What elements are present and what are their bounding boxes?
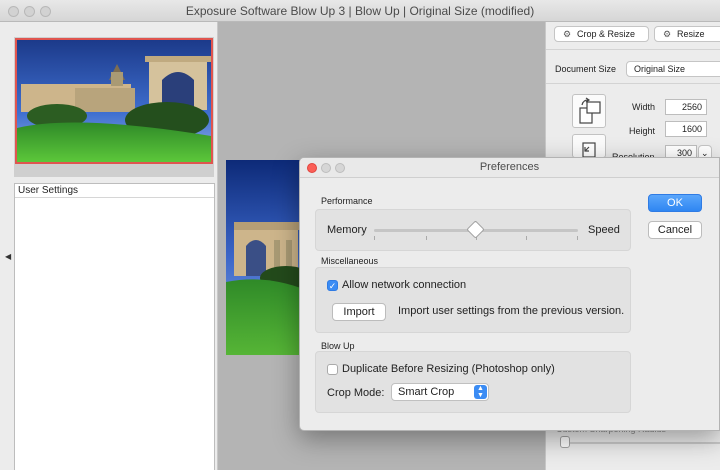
blow-up-section-label: Blow Up (321, 341, 355, 351)
preview-image[interactable] (226, 160, 306, 355)
swap-orientation-icon[interactable] (572, 94, 606, 128)
gear-icon: ⚙ (663, 29, 672, 39)
import-button[interactable]: Import (332, 303, 386, 321)
crop-mode-select[interactable]: Smart Crop ▲ ▼ (391, 383, 489, 401)
miscellaneous-section-label: Miscellaneous (321, 256, 379, 266)
crop-mode-value: Smart Crop (398, 386, 455, 398)
window-titlebar: Exposure Software Blow Up 3 | Blow Up | … (0, 0, 720, 22)
duplicate-checkbox[interactable] (327, 364, 338, 375)
duplicate-label[interactable]: Duplicate Before Resizing (Photoshop onl… (342, 363, 555, 375)
slider-tick (374, 236, 375, 240)
memory-label: Memory (327, 224, 367, 236)
divider (546, 49, 720, 50)
image-thumbnail[interactable] (15, 38, 213, 164)
crop-mode-label: Crop Mode: (327, 387, 385, 399)
miscellaneous-group: ✓ Allow network connection Import Import… (315, 267, 631, 333)
user-settings-header: User Settings (15, 184, 214, 198)
ok-button[interactable]: OK (648, 194, 702, 212)
performance-slider-knob[interactable] (466, 220, 485, 239)
tab-resize[interactable]: ⚙ Resize (654, 26, 720, 42)
allow-network-checkbox[interactable]: ✓ (327, 280, 338, 291)
slider-tick (426, 236, 427, 240)
slider-tick (526, 236, 527, 240)
tab-crop-resize-label: Crop & Resize (577, 29, 636, 39)
width-field[interactable]: 2560 (665, 99, 707, 115)
crop-icon[interactable] (572, 134, 606, 158)
divider (546, 83, 720, 84)
import-description: Import user settings from the previous v… (398, 305, 625, 317)
user-settings-list[interactable]: User Settings (14, 183, 215, 470)
tab-resize-label: Resize (677, 29, 705, 39)
tab-crop-resize[interactable]: ⚙ Crop & Resize (554, 26, 649, 42)
sharpening-slider-track[interactable] (560, 442, 720, 444)
chevron-updown-icon: ▲ ▼ (474, 385, 487, 399)
height-label: Height (629, 126, 656, 136)
width-label: Width (632, 102, 656, 112)
dialog-title: Preferences (479, 161, 540, 173)
blow-up-group: Duplicate Before Resizing (Photoshop onl… (315, 351, 631, 413)
left-panel: ◀ User Settings (0, 22, 218, 470)
left-arrow-icon[interactable]: ◀ (5, 252, 11, 261)
sharpening-slider-knob[interactable] (560, 436, 570, 448)
document-size-select[interactable]: Original Size (626, 61, 720, 77)
height-field[interactable]: 1600 (665, 121, 707, 137)
preferences-dialog: Preferences Performance Memory Speed Mis… (299, 157, 720, 431)
performance-group: Memory Speed (315, 209, 631, 251)
thumbnail-area (14, 37, 214, 177)
cancel-button[interactable]: Cancel (648, 221, 702, 239)
document-size-label: Document Size (555, 64, 617, 74)
dialog-titlebar: Preferences (300, 158, 719, 178)
slider-tick (577, 236, 578, 240)
window-title: Exposure Software Blow Up 3 | Blow Up | … (185, 4, 535, 18)
performance-section-label: Performance (321, 196, 373, 206)
allow-network-label[interactable]: Allow network connection (342, 279, 466, 291)
speed-label: Speed (588, 224, 620, 236)
gear-icon: ⚙ (563, 29, 572, 39)
